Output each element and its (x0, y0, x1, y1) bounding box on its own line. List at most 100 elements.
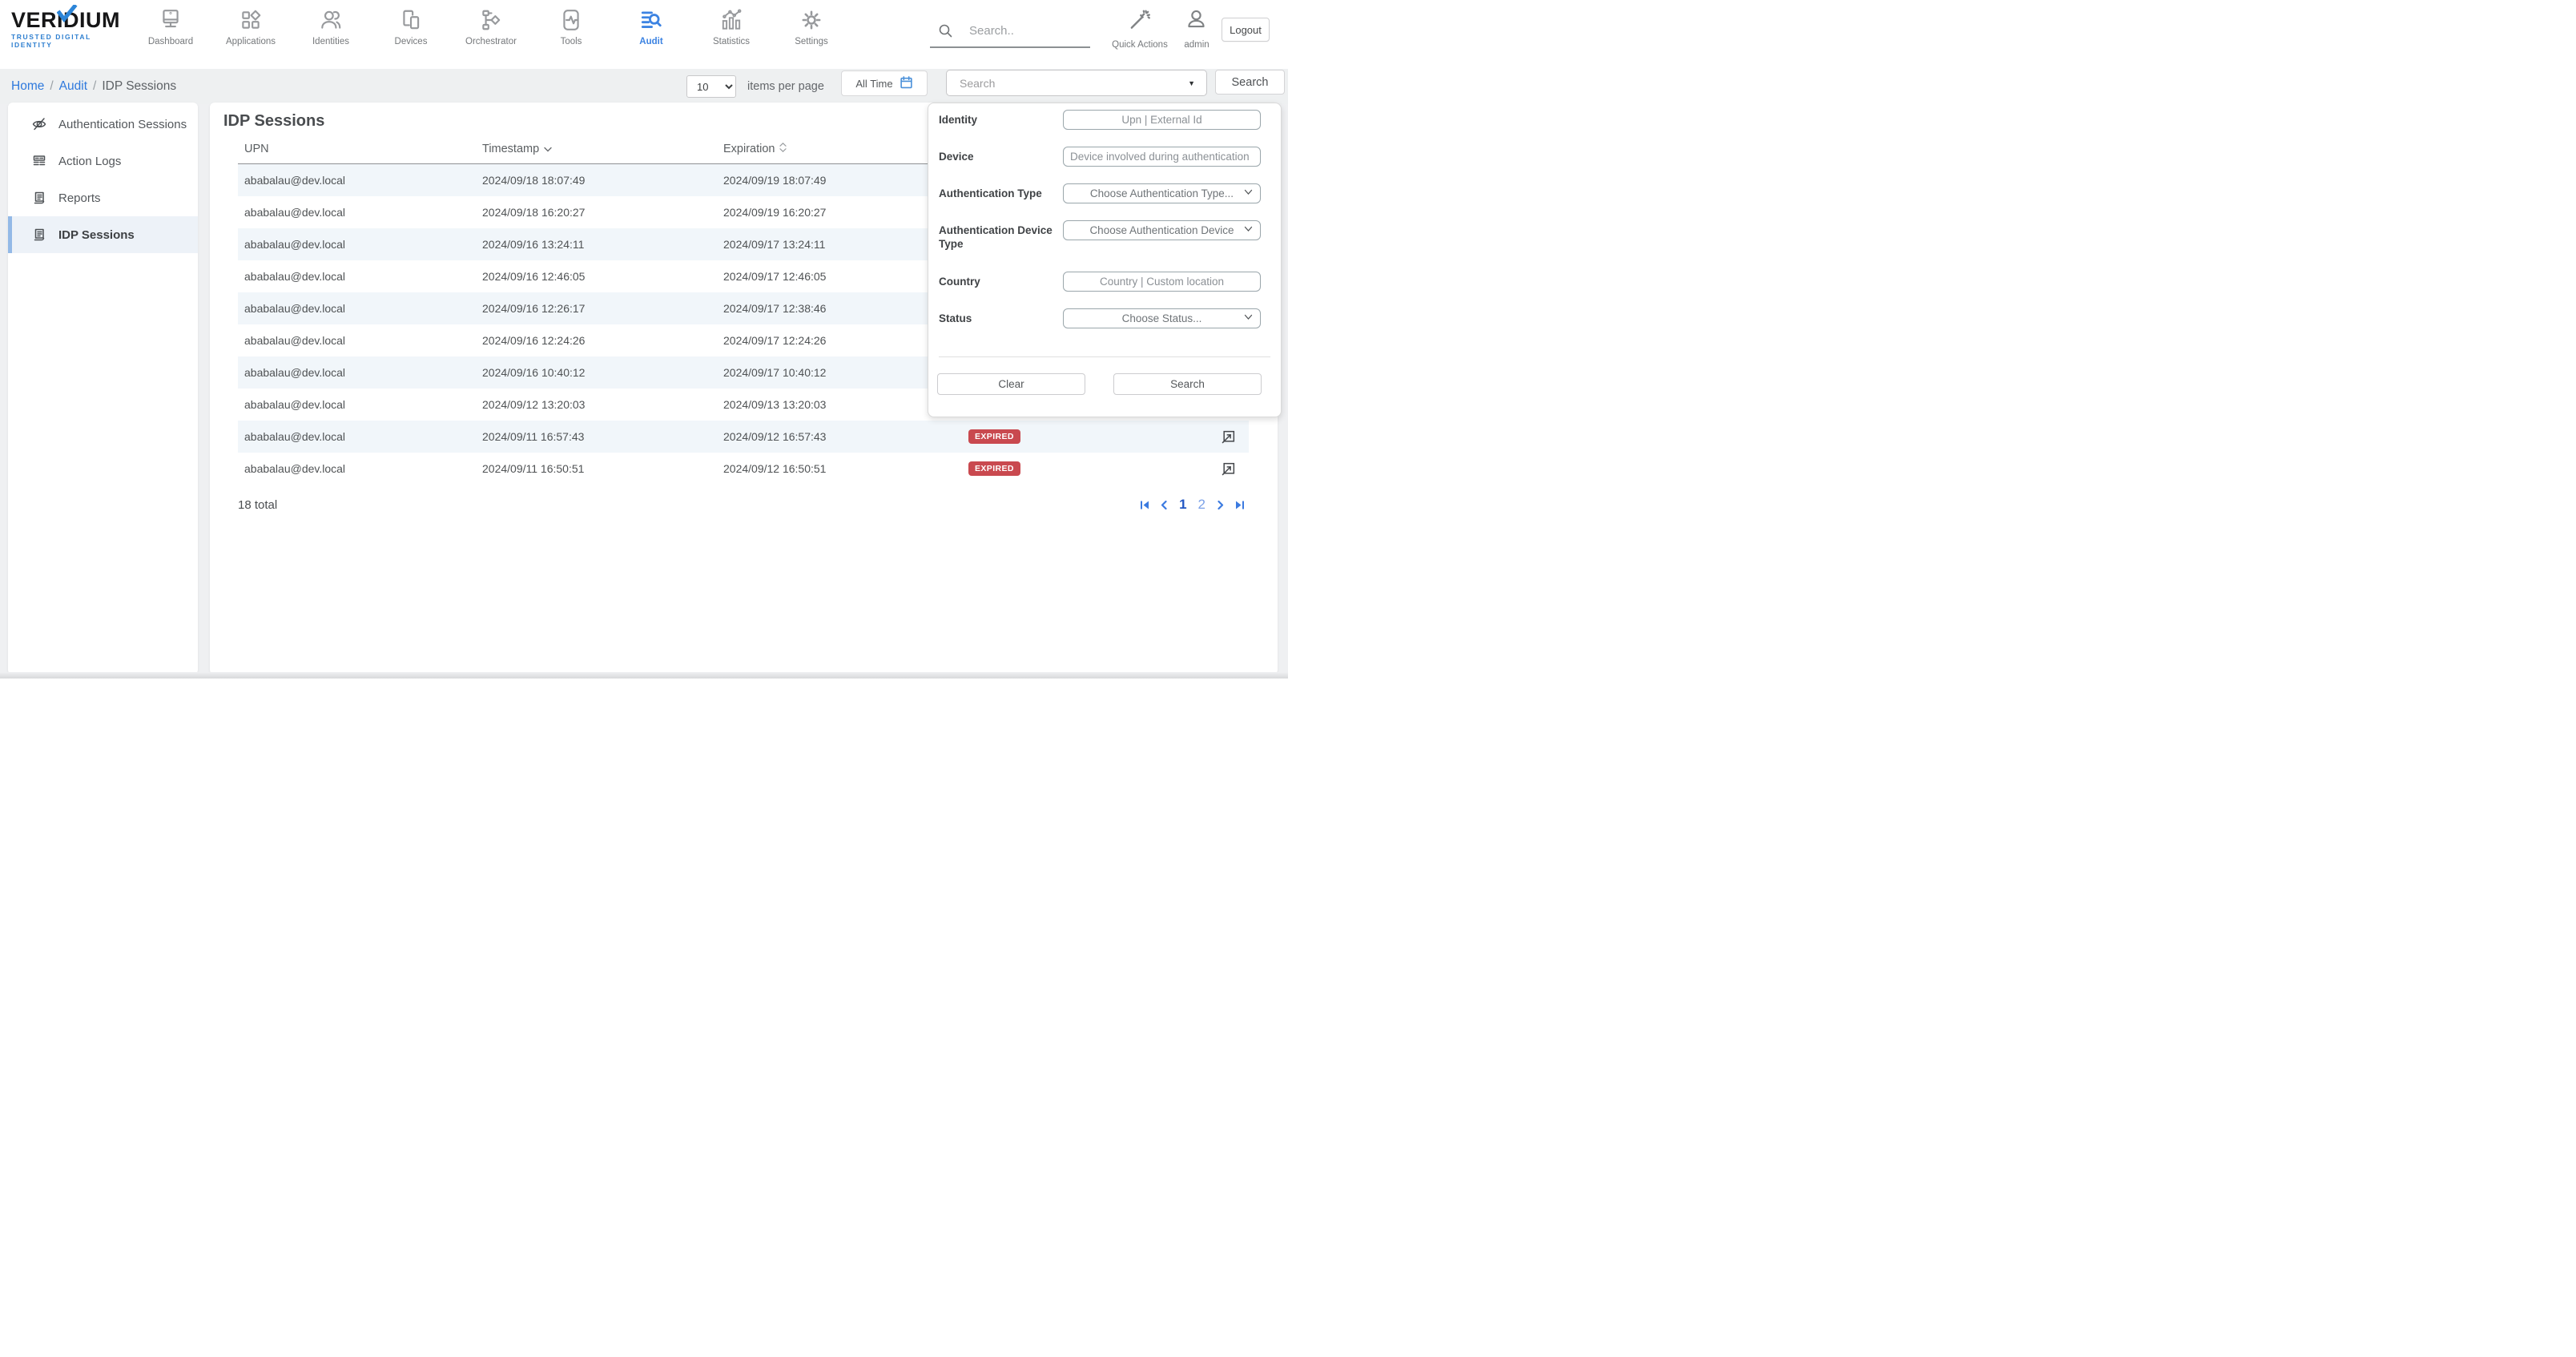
filter-text-input[interactable] (1064, 272, 1260, 292)
cell-expiration: 2024/09/17 10:40:12 (723, 356, 826, 389)
cell-expiration: 2024/09/17 12:38:46 (723, 292, 826, 324)
cell-upn: ababalau@dev.local (244, 260, 345, 292)
time-filter-button[interactable]: All Time (841, 70, 928, 96)
sidebar-item[interactable]: Action Logs (8, 143, 198, 179)
table-column-header[interactable]: Expiration (723, 143, 787, 155)
sidebar-item[interactable]: Reports (8, 179, 198, 216)
page-size-select[interactable]: 10 (686, 75, 736, 98)
filter-field-label: Country (939, 272, 1063, 308)
cell-expiration: 2024/09/17 12:24:26 (723, 324, 826, 356)
nav-item[interactable]: Applications (211, 6, 291, 59)
open-session-button[interactable] (1222, 421, 1236, 453)
cell-timestamp: 2024/09/16 12:24:26 (482, 324, 585, 356)
nav-item[interactable]: Audit (611, 6, 691, 59)
nav-item[interactable]: Statistics (691, 6, 771, 59)
sidebar-item[interactable]: Authentication Sessions (8, 106, 198, 143)
caret-down-icon: ▼ (1188, 79, 1195, 87)
breadcrumb-audit-link[interactable]: Audit (59, 79, 87, 94)
brand-logo[interactable]: VERIDIUM TRUSTED DIGITAL IDENTITY (11, 8, 131, 49)
cell-timestamp: 2024/09/16 12:46:05 (482, 260, 585, 292)
page-title: IDP Sessions (223, 112, 324, 131)
user-menu[interactable]: admin (1176, 8, 1218, 50)
cell-timestamp: 2024/09/16 12:26:17 (482, 292, 585, 324)
table-row[interactable]: ababalau@dev.local 2024/09/11 16:50:51 2… (238, 453, 1249, 485)
pagination-last-button[interactable] (1234, 500, 1246, 510)
filter-field-control[interactable]: Choose Authentication Device (1063, 220, 1261, 240)
cell-upn: ababalau@dev.local (244, 164, 345, 196)
app-window: VERIDIUM TRUSTED DIGITAL IDENTITY Dashbo… (0, 0, 1288, 678)
logout-button[interactable]: Logout (1222, 18, 1270, 42)
table-column-header[interactable]: UPN (244, 143, 274, 155)
global-search-input[interactable] (968, 23, 1091, 38)
toolbar-search-button[interactable]: Search (1215, 70, 1285, 95)
nav-item[interactable]: Settings (771, 6, 851, 59)
pagination-first-button[interactable] (1139, 500, 1150, 510)
sidebar-item-icon (31, 116, 47, 132)
nav-item-icon (639, 6, 663, 34)
nav-item[interactable]: Dashboard (131, 6, 211, 59)
nav-item[interactable]: Tools (531, 6, 611, 59)
cell-timestamp: 2024/09/11 16:57:43 (482, 421, 584, 453)
breadcrumb-separator: / (50, 79, 53, 94)
nav-item-label: Devices (395, 37, 428, 46)
filter-field-label: Authentication Type (939, 183, 1063, 220)
sidebar-item[interactable]: IDP Sessions (8, 216, 198, 253)
pagination: 1 2 (1139, 497, 1246, 513)
sort-icon[interactable] (779, 143, 787, 155)
cell-expiration: 2024/09/12 16:57:43 (723, 421, 826, 453)
nav-item-label: Dashboard (148, 37, 193, 46)
cell-upn: ababalau@dev.local (244, 421, 345, 453)
items-per-page-label: items per page (747, 69, 824, 104)
nav-item-icon (799, 6, 823, 34)
filter-field-control[interactable]: Choose Authentication Type... (1063, 183, 1261, 203)
calendar-icon (900, 75, 913, 91)
nav-item[interactable]: Identities (291, 6, 371, 59)
cell-upn: ababalau@dev.local (244, 453, 345, 485)
pagination-page-number[interactable]: 2 (1197, 497, 1207, 513)
quick-actions-button[interactable]: Quick Actions (1112, 8, 1168, 50)
filter-search-button[interactable]: Search (1113, 373, 1262, 395)
search-filter-placeholder: Search (960, 77, 1188, 90)
nav-item-icon (159, 6, 183, 34)
filter-field-row: Status Choose Status... (939, 308, 1281, 345)
nav-item-icon (719, 6, 743, 34)
pagination-page-number[interactable]: 1 (1177, 497, 1188, 513)
filter-select[interactable]: Choose Status... (1064, 312, 1260, 324)
sort-icon[interactable] (544, 143, 552, 155)
filter-field-row: Country (939, 272, 1281, 308)
pagination-next-button[interactable] (1217, 500, 1225, 510)
nav-item[interactable]: Devices (371, 6, 451, 59)
breadcrumb-home-link[interactable]: Home (11, 79, 44, 94)
cell-timestamp: 2024/09/16 13:24:11 (482, 228, 584, 260)
sidebar-item-icon (31, 153, 47, 169)
nav-item-label: Audit (639, 37, 662, 46)
search-filter-dropdown[interactable]: Search ▼ (946, 70, 1207, 96)
cell-timestamp: 2024/09/11 16:50:51 (482, 453, 584, 485)
table-row[interactable]: ababalau@dev.local 2024/09/11 16:57:43 2… (238, 421, 1249, 453)
breadcrumb: Home / Audit / IDP Sessions (11, 69, 176, 104)
nav-item[interactable]: Orchestrator (451, 6, 531, 59)
filter-field-control[interactable]: Choose Status... (1063, 308, 1261, 328)
main-nav: Dashboard Applications Identities Device… (131, 6, 851, 59)
filter-text-input[interactable] (1064, 110, 1260, 130)
global-search[interactable] (930, 14, 1090, 48)
cell-upn: ababalau@dev.local (244, 292, 345, 324)
filter-text-input[interactable] (1064, 147, 1260, 167)
table-column-header[interactable]: Timestamp (482, 143, 552, 155)
filter-field-row: Authentication Device Type Choose Authen… (939, 220, 1281, 272)
filter-field-control[interactable] (1063, 110, 1261, 130)
filter-clear-button[interactable]: Clear (937, 373, 1085, 395)
chevron-down-icon (1244, 314, 1253, 320)
breadcrumb-separator: / (93, 79, 96, 94)
filter-select[interactable]: Choose Authentication Type... (1064, 187, 1260, 199)
pagination-prev-button[interactable] (1160, 500, 1168, 510)
filter-field-control[interactable] (1063, 272, 1261, 292)
filter-select[interactable]: Choose Authentication Device (1064, 224, 1260, 236)
open-session-button[interactable] (1222, 453, 1236, 485)
chevron-down-icon (1244, 226, 1253, 232)
filter-fields: Identity Device (939, 110, 1281, 345)
filter-field-label: Authentication Device Type (939, 220, 1063, 272)
cell-upn: ababalau@dev.local (244, 324, 345, 356)
nav-item-label: Orchestrator (465, 37, 517, 46)
filter-field-control[interactable] (1063, 147, 1261, 167)
